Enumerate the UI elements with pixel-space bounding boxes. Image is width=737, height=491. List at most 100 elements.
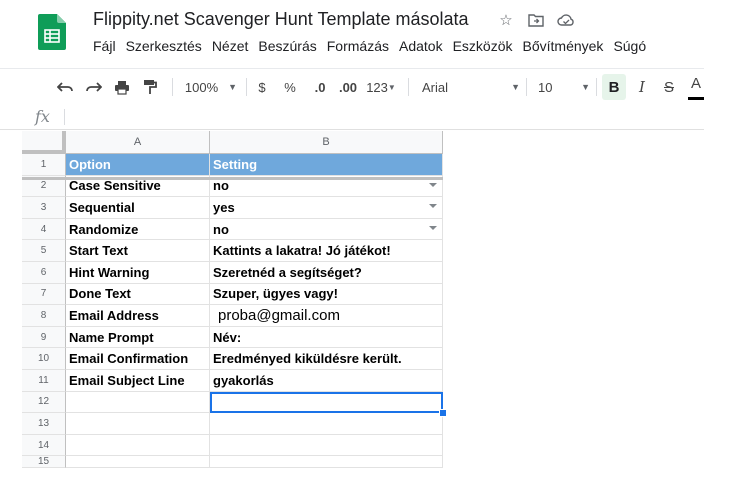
percent-format-button[interactable]: % (283, 69, 297, 105)
cell-setting[interactable]: yes (210, 197, 443, 219)
column-header-a[interactable]: A (66, 131, 210, 154)
cell-option[interactable]: Email Confirmation (66, 348, 210, 370)
increase-decimal-button[interactable]: .00 (336, 69, 360, 105)
row-number[interactable]: 14 (22, 434, 66, 457)
menu-data[interactable]: Adatok (399, 38, 443, 54)
cell-setting[interactable] (210, 456, 443, 469)
column-header-b[interactable]: B (210, 131, 443, 154)
bold-button[interactable]: B (602, 74, 626, 100)
table-row: 10 Email Confirmation Eredményed kiküldésr… (22, 348, 443, 370)
menu-edit[interactable]: Szerkesztés (126, 38, 202, 54)
menu-view[interactable]: Nézet (212, 38, 249, 54)
row-number[interactable]: 13 (22, 413, 66, 435)
fx-label: fx (35, 107, 50, 126)
table-row: 6 Hint Warning Szeretnéd a segítséget? (22, 262, 443, 284)
frozen-row-divider[interactable] (22, 177, 443, 180)
table-row: 9 Name Prompt Név: (22, 326, 443, 349)
table-row: 1 Option Setting (22, 154, 443, 176)
font-size-select[interactable]: 10 ▼ (534, 69, 590, 105)
menu-file[interactable]: Fájl (93, 38, 116, 54)
row-number[interactable]: 4 (22, 218, 66, 241)
decrease-decimal-button[interactable]: .0 (308, 69, 332, 105)
star-icon[interactable]: ☆ (496, 10, 516, 30)
table-row: 15 (22, 456, 443, 469)
dropdown-arrow-icon[interactable] (429, 182, 437, 187)
cell-option[interactable] (66, 413, 210, 435)
table-row: 3 Sequential yes (22, 197, 443, 219)
empty-sheet-area[interactable] (443, 131, 704, 471)
chevron-down-icon: ▼ (581, 82, 590, 92)
cell-setting[interactable]: Kattints a lakatra! Jó játékot! (210, 240, 443, 262)
table-row: 7 Done Text Szuper, ügyes vagy! (22, 283, 443, 306)
font-family-select[interactable]: Arial ▼ (418, 69, 520, 105)
formula-bar: fx (0, 105, 704, 130)
table-row: 5 Start Text Kattints a lakatra! Jó játéko… (22, 240, 443, 262)
row-number[interactable]: 9 (22, 326, 66, 349)
row-number[interactable]: 8 (22, 305, 66, 327)
row-number[interactable]: 6 (22, 262, 66, 284)
paint-format-icon[interactable] (139, 69, 161, 105)
row-number[interactable]: 5 (22, 240, 66, 262)
italic-button[interactable]: I (633, 69, 651, 105)
dropdown-arrow-icon[interactable] (429, 204, 437, 209)
row-number[interactable]: 15 (22, 456, 66, 469)
cell-setting[interactable] (210, 391, 443, 414)
text-color-button[interactable]: A (688, 69, 704, 100)
cell-setting[interactable]: Eredményed kiküldésre került. (210, 348, 443, 370)
cell-option[interactable]: Name Prompt (66, 326, 210, 349)
cell-setting[interactable]: gyakorlás (210, 370, 443, 392)
cell-option[interactable]: Email Address (66, 305, 210, 327)
dropdown-arrow-icon[interactable] (429, 225, 437, 230)
cell-setting[interactable]: no (210, 218, 443, 241)
formula-input[interactable] (68, 105, 698, 129)
cloud-status-icon[interactable] (556, 10, 576, 30)
selection-fill-handle[interactable] (439, 409, 447, 418)
menu-insert[interactable]: Beszúrás (258, 38, 316, 54)
menu-help[interactable]: Súgó (613, 38, 646, 54)
row-number[interactable]: 7 (22, 283, 66, 306)
menu-format[interactable]: Formázás (327, 38, 389, 54)
row-number[interactable]: 12 (22, 391, 66, 414)
table-row: 13 (22, 413, 443, 435)
document-title[interactable]: Flippity.net Scavenger Hunt Template más… (93, 9, 469, 30)
toolbar: 100% ▼ $ % .0 .00 123 ▼ Arial ▼ 10 ▼ B I… (0, 68, 704, 106)
cell-option[interactable]: Sequential (66, 197, 210, 219)
redo-icon[interactable] (83, 69, 105, 105)
row-number[interactable]: 1 (22, 154, 66, 176)
sheets-logo-icon[interactable] (38, 14, 66, 50)
zoom-select[interactable]: 100% ▼ (182, 69, 240, 105)
more-formats-select[interactable]: 123 ▼ (363, 69, 399, 105)
cell-setting[interactable]: Setting (210, 154, 443, 176)
row-number[interactable]: 3 (22, 197, 66, 219)
chevron-down-icon: ▼ (387, 82, 396, 92)
strikethrough-button[interactable]: S (660, 69, 678, 105)
cell-option[interactable]: Option (66, 154, 210, 176)
table-row: 4 Randomize no (22, 218, 443, 241)
cell-setting[interactable]: Név: (210, 326, 443, 349)
menu-addons[interactable]: Bővítmények (523, 38, 604, 54)
cell-option[interactable] (66, 456, 210, 469)
cell-option[interactable]: Hint Warning (66, 262, 210, 284)
undo-icon[interactable] (54, 69, 76, 105)
move-folder-icon[interactable] (526, 10, 546, 30)
table-row: 14 (22, 434, 443, 457)
row-number[interactable]: 10 (22, 348, 66, 370)
select-all-corner[interactable] (22, 131, 66, 154)
row-number[interactable]: 11 (22, 370, 66, 392)
currency-format-button[interactable]: $ (255, 69, 269, 105)
cell-option[interactable] (66, 434, 210, 457)
menu-bar: Fájl Szerkesztés Nézet Beszúrás Formázás… (93, 38, 656, 54)
cell-option[interactable]: Done Text (66, 283, 210, 306)
chevron-down-icon: ▼ (511, 82, 520, 92)
cell-setting[interactable]: Szuper, ügyes vagy! (210, 283, 443, 306)
cell-option[interactable] (66, 391, 210, 414)
menu-tools[interactable]: Eszközök (453, 38, 513, 54)
print-icon[interactable] (111, 69, 133, 105)
cell-option[interactable]: Email Subject Line (66, 370, 210, 392)
cell-setting[interactable] (210, 413, 443, 435)
cell-option[interactable]: Randomize (66, 218, 210, 241)
cell-setting[interactable]: Szeretnéd a segítséget? (210, 262, 443, 284)
cell-setting[interactable] (210, 434, 443, 457)
cell-option[interactable]: Start Text (66, 240, 210, 262)
cell-setting[interactable]: proba@gmail.com (210, 305, 443, 327)
